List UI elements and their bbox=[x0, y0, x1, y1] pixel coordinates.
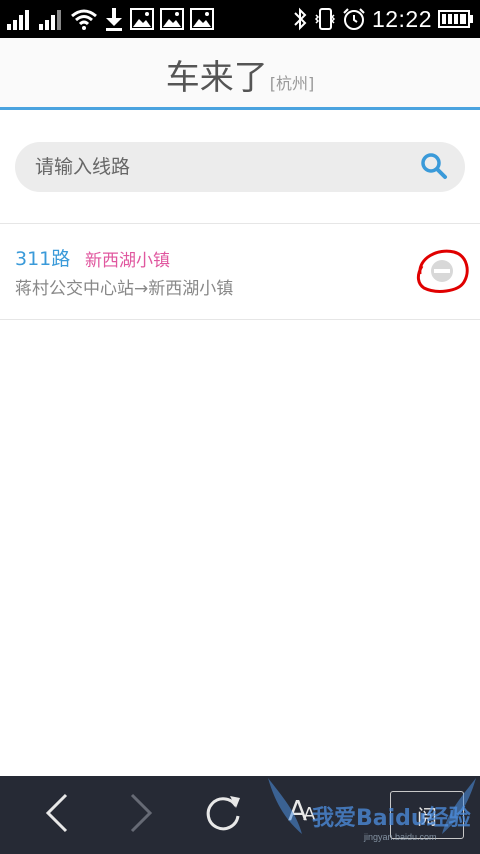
route-destination: 新西湖小镇 bbox=[85, 251, 170, 271]
alarm-icon bbox=[342, 7, 366, 31]
search-input[interactable] bbox=[35, 142, 395, 192]
image-icon bbox=[160, 8, 184, 30]
status-bar-right: 12:22 bbox=[292, 6, 474, 32]
route-list-item[interactable]: 311路 新西湖小镇 蒋村公交中心站→新西湖小镇 bbox=[0, 224, 480, 319]
favorite-toggle-icon bbox=[431, 260, 453, 282]
battery-icon bbox=[438, 9, 474, 29]
font-small-label: A bbox=[303, 804, 316, 825]
route-path: 蒋村公交中心站→新西湖小镇 bbox=[15, 279, 234, 299]
read-mode-label: 阅 bbox=[417, 804, 437, 829]
font-size-button[interactable]: AA bbox=[288, 794, 315, 827]
app-header: 车来了 [杭州] bbox=[0, 38, 480, 110]
search-bar bbox=[15, 142, 465, 192]
search-icon bbox=[420, 152, 448, 184]
signal-icon bbox=[38, 8, 64, 30]
app-title: 车来了 bbox=[165, 58, 268, 98]
city-selector[interactable]: [杭州] bbox=[270, 74, 315, 93]
favorite-toggle[interactable] bbox=[410, 244, 472, 298]
search-button[interactable] bbox=[419, 153, 449, 183]
status-time: 12:22 bbox=[371, 5, 432, 32]
status-bar: 12:22 bbox=[0, 0, 480, 38]
chevron-left-icon bbox=[42, 792, 72, 838]
image-icon bbox=[190, 8, 214, 30]
read-mode-button[interactable]: 阅 bbox=[390, 791, 464, 839]
refresh-icon bbox=[202, 792, 244, 838]
vibrate-icon bbox=[314, 7, 336, 31]
refresh-button[interactable] bbox=[200, 792, 246, 838]
route-number: 311路 bbox=[15, 248, 71, 270]
browser-toolbar: AA 阅 我爱Baidu经验 jingyan.baidu.com bbox=[0, 776, 480, 854]
back-button[interactable] bbox=[34, 792, 80, 838]
divider bbox=[0, 319, 480, 320]
bluetooth-icon bbox=[292, 7, 308, 31]
page-title: 车来了 [杭州] bbox=[0, 50, 480, 99]
chevron-right-icon bbox=[126, 792, 156, 838]
status-bar-left bbox=[6, 6, 214, 32]
forward-button[interactable] bbox=[118, 792, 164, 838]
download-icon bbox=[104, 7, 124, 31]
wifi-icon bbox=[70, 8, 98, 30]
image-icon bbox=[130, 8, 154, 30]
signal-icon bbox=[6, 8, 32, 30]
